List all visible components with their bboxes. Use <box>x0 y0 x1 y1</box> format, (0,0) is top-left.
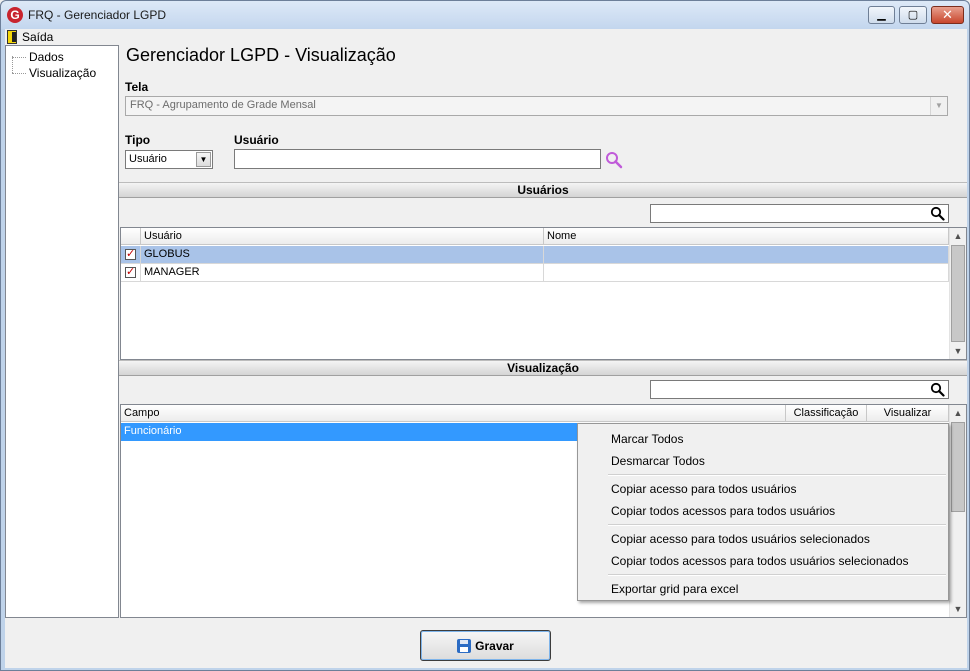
cell-nome <box>544 264 949 282</box>
column-header-classificacao[interactable]: Classificação <box>786 405 867 422</box>
tree-item-dados[interactable]: Dados <box>12 50 64 64</box>
magnifier-icon[interactable] <box>605 151 623 169</box>
menu-separator <box>608 524 946 526</box>
usuario-label: Usuário <box>234 133 279 147</box>
menu-item-desmarcar-todos[interactable]: Desmarcar Todos <box>611 454 705 468</box>
scroll-down-icon[interactable]: ▼ <box>950 343 966 359</box>
close-icon: ✕ <box>942 7 953 22</box>
tree-item-visualizacao[interactable]: Visualização <box>12 66 96 80</box>
client-area: Saída Dados Visualização Gerenciador LGP… <box>5 29 967 668</box>
chevron-down-icon[interactable]: ▼ <box>196 152 211 167</box>
scroll-up-icon[interactable]: ▲ <box>950 228 966 244</box>
row-check-cell: ✓ <box>121 264 141 282</box>
tree-branch-line <box>12 72 26 74</box>
menu-item-marcar-todos[interactable]: Marcar Todos <box>611 432 683 446</box>
page-title: Gerenciador LGPD - Visualização <box>126 45 396 65</box>
tipo-select[interactable]: Usuário ▼ <box>125 150 213 169</box>
row-checkbox[interactable]: ✓ <box>125 249 136 260</box>
column-header-visualizar[interactable]: Visualizar <box>867 405 949 422</box>
scrollbar-thumb[interactable] <box>951 245 965 342</box>
minimize-button[interactable]: ▁ <box>868 6 895 24</box>
scrollbar-thumb[interactable] <box>951 422 965 512</box>
menu-item-copiar-todos-acessos-selecionados[interactable]: Copiar todos acessos para todos usuários… <box>611 554 909 568</box>
exit-menu-label: Saída <box>22 30 54 44</box>
usuarios-grid: Usuário Nome ✓ GLOBUS ✓ MANAGER ▲ ▼ <box>120 227 967 360</box>
column-header-nome[interactable]: Nome <box>544 228 949 245</box>
save-button-label: Gravar <box>475 638 514 653</box>
usuarios-vertical-scrollbar[interactable]: ▲ ▼ <box>949 228 966 359</box>
cell-nome <box>544 246 949 264</box>
tipo-value: Usuário <box>129 153 167 165</box>
menu-bar: Saída <box>5 29 967 45</box>
context-menu: Marcar Todos Desmarcar Todos Copiar aces… <box>577 423 949 601</box>
cell-usuario: MANAGER <box>141 264 544 282</box>
cell-usuario: GLOBUS <box>141 246 544 264</box>
maximize-icon: ▢ <box>907 9 919 21</box>
save-button[interactable]: Gravar <box>420 630 551 661</box>
scroll-down-icon[interactable]: ▼ <box>950 601 966 617</box>
door-exit-icon <box>7 30 17 44</box>
window-title: FRQ - Gerenciador LGPD <box>28 8 167 22</box>
minimize-icon: ▁ <box>877 9 886 21</box>
row-check-cell: ✓ <box>121 246 141 264</box>
usuario-input[interactable] <box>234 149 601 169</box>
grid-header-check <box>121 228 141 245</box>
menu-separator <box>608 474 946 476</box>
app-logo-icon: G <box>7 7 23 23</box>
tela-value: FRQ - Agrupamento de Grade Mensal <box>130 99 316 111</box>
tela-label: Tela <box>125 80 149 94</box>
tela-combobox: FRQ - Agrupamento de Grade Mensal ▼ <box>125 96 948 116</box>
usuarios-section-header: Usuários <box>119 182 967 198</box>
menu-item-copiar-acesso-todos[interactable]: Copiar acesso para todos usuários <box>611 482 796 496</box>
title-bar[interactable]: G FRQ - Gerenciador LGPD ▁ ▢ ✕ <box>1 1 969 29</box>
column-header-usuario[interactable]: Usuário <box>141 228 544 245</box>
search-icon[interactable] <box>930 206 945 221</box>
menu-item-copiar-todos-acessos-todos[interactable]: Copiar todos acessos para todos usuários <box>611 504 835 518</box>
visualizacao-section-header: Visualização <box>119 360 967 376</box>
table-row[interactable]: ✓ MANAGER <box>121 264 949 282</box>
chevron-down-icon: ▼ <box>930 97 947 115</box>
tree-branch-line <box>12 56 26 58</box>
tipo-label: Tipo <box>125 133 151 147</box>
application-window: G FRQ - Gerenciador LGPD ▁ ▢ ✕ Saída Dad… <box>0 0 970 671</box>
column-header-campo[interactable]: Campo <box>121 405 786 422</box>
tree-item-label: Visualização <box>29 66 97 80</box>
visualizacao-filter-input[interactable] <box>650 380 949 399</box>
usuarios-filter-input[interactable] <box>650 204 949 223</box>
row-checkbox[interactable]: ✓ <box>125 267 136 278</box>
menu-item-exportar-excel[interactable]: Exportar grid para excel <box>611 582 738 596</box>
grid-header: Campo Classificação Visualizar <box>121 405 949 422</box>
table-row[interactable]: ✓ GLOBUS <box>121 246 949 264</box>
close-button[interactable]: ✕ <box>931 6 964 24</box>
scroll-up-icon[interactable]: ▲ <box>950 405 966 421</box>
grid-header: Usuário Nome <box>121 228 949 245</box>
search-icon[interactable] <box>930 382 945 397</box>
maximize-button[interactable]: ▢ <box>899 6 927 24</box>
menu-item-copiar-acesso-selecionados[interactable]: Copiar acesso para todos usuários seleci… <box>611 532 870 546</box>
visualizacao-vertical-scrollbar[interactable]: ▲ ▼ <box>949 405 966 617</box>
floppy-disk-icon <box>457 638 472 653</box>
exit-menu-item[interactable]: Saída <box>7 29 53 45</box>
navigation-tree: Dados Visualização <box>5 45 119 618</box>
menu-separator <box>608 574 946 576</box>
tree-item-label: Dados <box>29 50 64 64</box>
